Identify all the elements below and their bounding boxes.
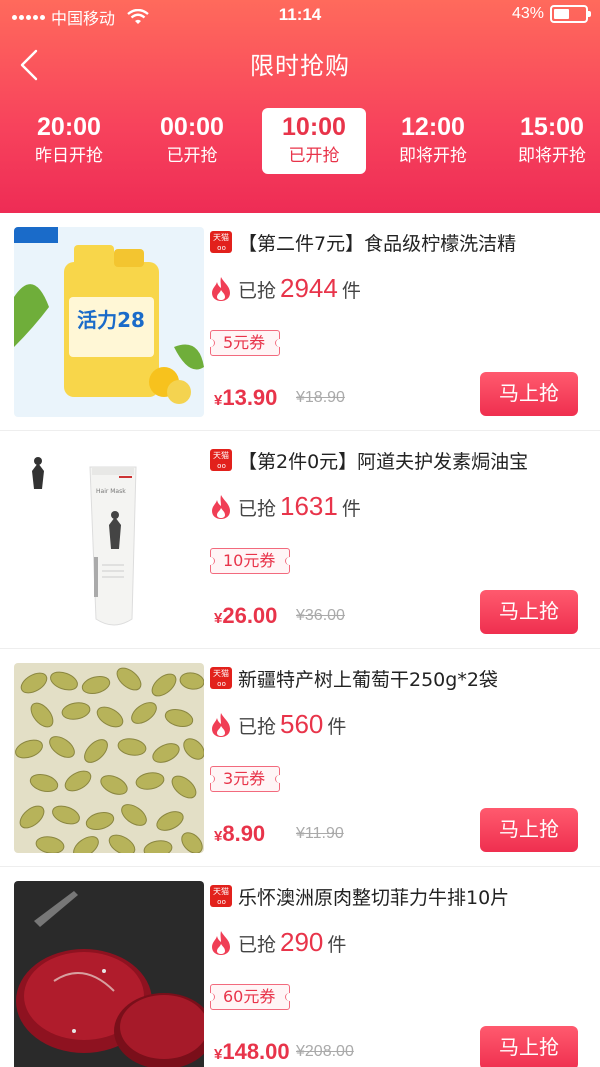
product-title[interactable]: 乐怀澳洲原肉整切菲力牛排10片 bbox=[238, 883, 509, 910]
product-image-dish-soap[interactable]: 活力28 bbox=[14, 227, 204, 417]
product-item[interactable]: Hair Mask 天猫 o o 【第2件0元】阿道夫护发素焗油宝 已抢 1631… bbox=[0, 431, 600, 649]
product-image-raisins[interactable] bbox=[14, 663, 204, 853]
price-value: 26.00 bbox=[222, 603, 278, 628]
tab-state: 即将开抢 bbox=[399, 146, 467, 166]
product-image-hair-mask[interactable]: Hair Mask bbox=[14, 445, 204, 635]
product-image-beef-steak[interactable] bbox=[14, 881, 204, 1067]
price: ¥13.90 bbox=[214, 385, 277, 411]
flame-icon bbox=[212, 712, 230, 737]
tab-2000[interactable]: 20:00 昨日开抢 bbox=[14, 108, 124, 174]
tab-time: 15:00 bbox=[520, 113, 584, 141]
sold-unit: 件 bbox=[341, 280, 361, 302]
sold-count: 2944 bbox=[280, 273, 338, 303]
page-title: 限时抢购 bbox=[250, 52, 350, 80]
sold-unit: 件 bbox=[327, 934, 347, 956]
coupon-tag[interactable]: 60元券 bbox=[205, 984, 295, 1010]
tmall-badge: 天猫 o o bbox=[210, 231, 232, 253]
sold-info: 已抢 2944 件 bbox=[210, 273, 361, 304]
sold-unit: 件 bbox=[327, 716, 347, 738]
sold-count: 560 bbox=[280, 709, 324, 739]
tab-1000[interactable]: 10:00 已开抢 bbox=[262, 108, 366, 174]
tab-1500[interactable]: 15:00 即将开抢 bbox=[497, 108, 600, 174]
sold-info: 已抢 560 件 bbox=[210, 709, 346, 740]
coupon-tag[interactable]: 3元券 bbox=[205, 766, 285, 792]
tmall-badge: 天猫 o o bbox=[210, 449, 232, 471]
original-price: ¥36.00 bbox=[296, 607, 345, 624]
product-title[interactable]: 新疆特产树上葡萄干250g*2袋 bbox=[238, 665, 498, 692]
page-header: 中国移动 11:14 43% 限时抢购 20:00 昨日开抢 00:00 已开抢… bbox=[0, 0, 600, 213]
time-slot-tabs: 20:00 昨日开抢 00:00 已开抢 10:00 已开抢 12:00 即将开… bbox=[0, 108, 600, 174]
buy-now-button[interactable]: 马上抢 bbox=[480, 1026, 578, 1067]
product-item[interactable]: 天猫 o o 新疆特产树上葡萄干250g*2袋 已抢 560 件 3元券 ¥8.9… bbox=[0, 649, 600, 867]
battery-icon bbox=[550, 5, 591, 23]
svg-text:Hair Mask: Hair Mask bbox=[96, 488, 126, 495]
tab-time: 20:00 bbox=[37, 113, 101, 141]
price-value: 13.90 bbox=[222, 385, 278, 410]
flame-icon bbox=[212, 930, 230, 955]
product-item[interactable]: 活力28 天猫 o o 【第二件7元】食品级柠檬洗洁精 已抢 2944 件 5元券… bbox=[0, 213, 600, 431]
tab-time: 00:00 bbox=[160, 113, 224, 141]
coupon-tag[interactable]: 5元券 bbox=[205, 330, 285, 356]
buy-now-button[interactable]: 马上抢 bbox=[480, 372, 578, 416]
sold-info: 已抢 290 件 bbox=[210, 927, 346, 958]
coupon-tag[interactable]: 10元券 bbox=[205, 548, 295, 574]
tab-state: 已开抢 bbox=[166, 146, 218, 166]
tab-1200[interactable]: 12:00 即将开抢 bbox=[378, 108, 488, 174]
original-price: ¥208.00 bbox=[296, 1043, 354, 1060]
svg-text:活力28: 活力28 bbox=[77, 308, 145, 332]
flame-icon bbox=[212, 494, 230, 519]
price: ¥148.00 bbox=[214, 1039, 290, 1065]
sold-count: 1631 bbox=[280, 491, 338, 521]
tab-state: 昨日开抢 bbox=[35, 146, 103, 166]
price-value: 148.00 bbox=[222, 1039, 290, 1064]
original-price: ¥11.90 bbox=[296, 825, 344, 842]
original-price: ¥18.90 bbox=[296, 389, 345, 406]
flame-icon bbox=[212, 276, 230, 301]
tmall-badge: 天猫 o o bbox=[210, 885, 232, 907]
status-bar: 中国移动 11:14 43% bbox=[0, 0, 600, 32]
price: ¥26.00 bbox=[214, 603, 277, 629]
product-title[interactable]: 【第二件7元】食品级柠檬洗洁精 bbox=[238, 229, 516, 256]
tab-time: 10:00 bbox=[282, 113, 346, 141]
sold-label: 已抢 bbox=[238, 498, 277, 520]
price-value: 8.90 bbox=[222, 821, 266, 846]
sold-label: 已抢 bbox=[238, 934, 277, 956]
clock: 11:14 bbox=[278, 5, 322, 24]
tab-0000[interactable]: 00:00 已开抢 bbox=[137, 108, 247, 174]
price: ¥8.90 bbox=[214, 821, 265, 847]
buy-now-button[interactable]: 马上抢 bbox=[480, 808, 578, 852]
sold-info: 已抢 1631 件 bbox=[210, 491, 361, 522]
product-list: 活力28 天猫 o o 【第二件7元】食品级柠檬洗洁精 已抢 2944 件 5元券… bbox=[0, 213, 600, 1067]
product-item[interactable]: 天猫 o o 乐怀澳洲原肉整切菲力牛排10片 已抢 290 件 60元券 ¥148… bbox=[0, 867, 600, 1067]
sold-count: 290 bbox=[280, 927, 324, 957]
tab-state: 已开抢 bbox=[288, 146, 340, 166]
sold-unit: 件 bbox=[341, 498, 361, 520]
tab-state: 即将开抢 bbox=[518, 146, 586, 166]
product-title[interactable]: 【第2件0元】阿道夫护发素焗油宝 bbox=[238, 447, 528, 474]
tmall-badge: 天猫 o o bbox=[210, 667, 232, 689]
tab-time: 12:00 bbox=[401, 113, 465, 141]
sold-label: 已抢 bbox=[238, 280, 277, 302]
sold-label: 已抢 bbox=[238, 716, 277, 738]
battery-percent: 43% bbox=[511, 5, 544, 22]
buy-now-button[interactable]: 马上抢 bbox=[480, 590, 578, 634]
